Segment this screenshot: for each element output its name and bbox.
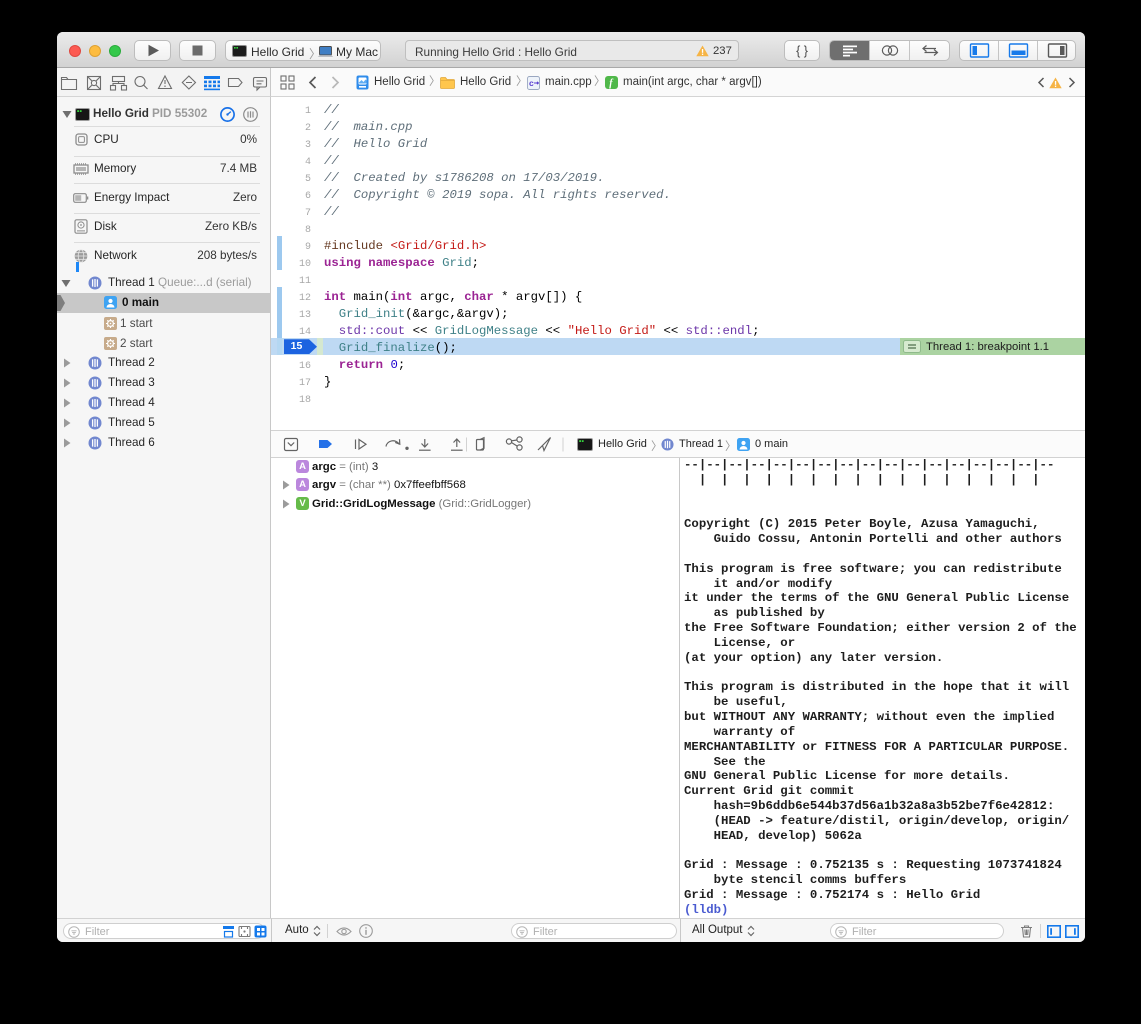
svg-text:c: c — [529, 78, 534, 88]
